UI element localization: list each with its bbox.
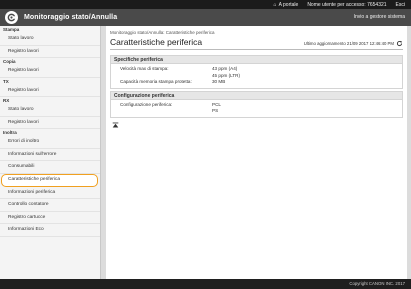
user-label: Nome utente per accesso: (307, 1, 366, 8)
sidebar-item-consumabili[interactable]: Consumabili (0, 161, 100, 174)
sidebar-item-controllo-contatore[interactable]: Controllo contatore (0, 199, 100, 212)
portal-link[interactable]: ⌂ A portale (274, 2, 299, 8)
breadcrumb: Monitoraggio stato/Annulla: Caratteristi… (110, 30, 215, 35)
page-title: Caratteristiche periferica (110, 37, 203, 47)
home-icon: ⌂ (273, 1, 277, 8)
portal-link-label: A portale (278, 1, 299, 8)
device-config-panel: Configurazione periferica Configurazione… (110, 90, 403, 118)
sidebar-item-registro-cartucce[interactable]: Registro cartucce (0, 212, 100, 224)
user-info: Nome utente per accesso: 7654321 (307, 2, 386, 8)
spec-row-secure-memory: Capacità memoria stampa protetta: 30 MB (111, 79, 402, 86)
refresh-icon[interactable] (396, 40, 403, 47)
last-update-text: Ultimo aggiornamento 21/09 2017 12:46:40… (303, 41, 394, 46)
sidebar-item-informazioni-eco[interactable]: Informazioni Eco (0, 224, 100, 237)
spec-row-print-speed: Velocità max di stampa: 43 ppm (A4) 45 p… (111, 66, 402, 79)
sidebar-item-tx-registro-lavori[interactable]: Registro lavori (0, 85, 100, 97)
user-value: 7654321 (367, 1, 387, 8)
device-specs-panel: Specifiche periferica Velocità max di st… (110, 55, 403, 89)
sidebar-heading-tx: TX (3, 78, 9, 84)
logout-link[interactable]: Esci (396, 2, 405, 8)
config-row: Configurazione periferica: PCL PS (111, 102, 402, 115)
sidebar-item-copia-registro-lavori[interactable]: Registro lavori (0, 65, 100, 78)
spec-value: 30 MB (212, 79, 226, 84)
canon-logo-icon (5, 11, 18, 24)
sidebar-heading-stampa: Stampa (3, 27, 20, 32)
spec-label: Capacità memoria stampa protetta: (120, 79, 192, 84)
sidebar: Stampa Stato lavoro Registro lavori Copi… (0, 26, 101, 279)
sidebar-item-stampa-registro-lavori[interactable]: Registro lavori (0, 46, 100, 58)
main-content: Monitoraggio stato/Annulla: Caratteristi… (106, 26, 407, 279)
title-bar: Monitoraggio stato/Annulla Invio a gesto… (0, 9, 411, 26)
sidebar-heading-copia: Copia (3, 59, 16, 64)
sidebar-heading-rx: RX (3, 98, 10, 103)
last-update: Ultimo aggiornamento 21/09 2017 12:46:40… (304, 40, 403, 47)
sidebar-item-caratteristiche-periferica[interactable]: Caratteristiche periferica (1, 173, 98, 187)
admin-mail-link[interactable]: Invio a gestore sistema (354, 14, 405, 20)
spec-label: Velocità max di stampa: (120, 66, 169, 71)
sidebar-item-rx-stato-lavoro[interactable]: Stato lavoro (0, 104, 100, 117)
top-bar: ⌂ A portale Nome utente per accesso: 765… (0, 0, 411, 9)
page-header: Caratteristiche periferica Ultimo aggior… (110, 37, 403, 50)
sidebar-item-errori-inoltro[interactable]: Errori di inoltro (0, 136, 100, 149)
sidebar-item-informazioni-errore[interactable]: Informazioni sull'errore (0, 149, 100, 161)
sidebar-item-stampa-stato-lavoro[interactable]: Stato lavoro (0, 33, 100, 46)
sidebar-item-rx-registro-lavori[interactable]: Registro lavori (0, 117, 100, 129)
sidebar-heading-inoltra: Inoltra (3, 130, 17, 135)
back-to-top-icon[interactable] (112, 122, 403, 130)
config-label: Configurazione periferica: (120, 101, 173, 107)
config-value: PS (212, 108, 219, 113)
sidebar-item-informazioni-periferica[interactable]: Informazioni periferica (0, 187, 100, 199)
page-app-title: Monitoraggio stato/Annulla (24, 14, 118, 21)
device-config-heading: Configurazione periferica (111, 91, 402, 100)
device-specs-heading: Specifiche periferica (111, 56, 402, 64)
footer: Copyright CANON INC. 2017 (0, 279, 411, 289)
